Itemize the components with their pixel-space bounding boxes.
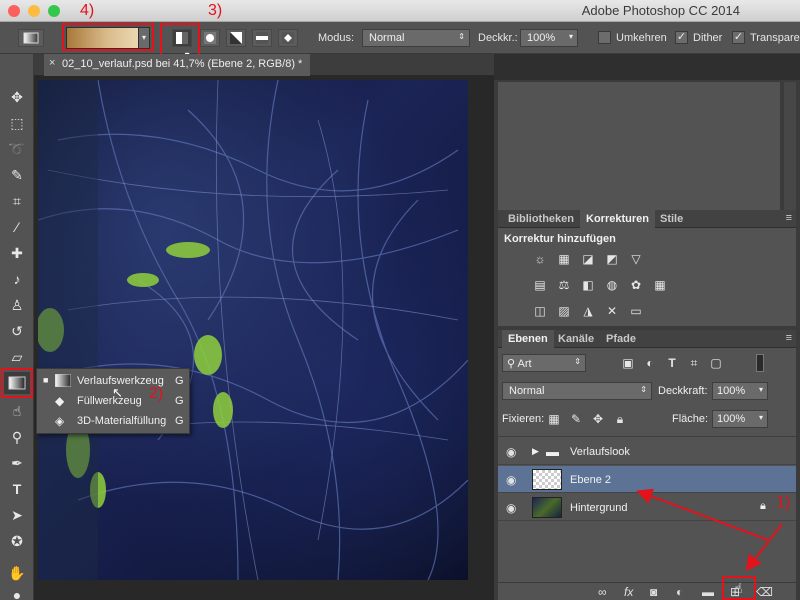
annotation-arrows [636, 488, 783, 572]
annotation-arrow-to-layer [636, 488, 769, 541]
annotation-arrow-to-new-layer [745, 523, 783, 572]
photoshop-window: Adobe Photoshop CC 2014 ▾ 4) 3) ↖ Modus: [0, 0, 800, 600]
